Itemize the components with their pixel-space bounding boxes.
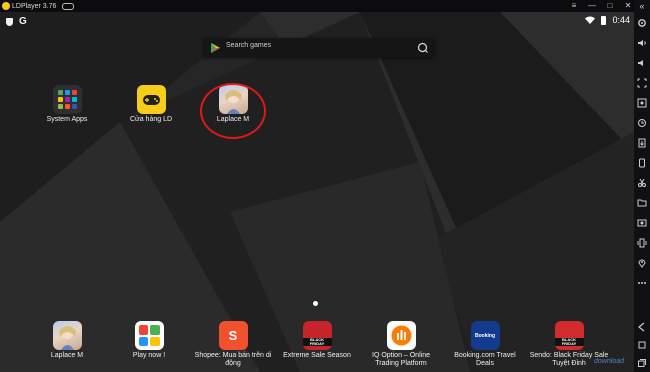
more-options-icon[interactable] (637, 278, 647, 288)
android-home-screen: G 0:44 Search games System Apps Cửa hàng… (0, 12, 634, 372)
dock-app-play-now[interactable]: Play now ! (109, 321, 189, 360)
iq-option-icon (386, 321, 416, 350)
shield-icon (6, 17, 13, 26)
title-bar: LDPlayer 3.76 ≡ — □ ✕ (0, 0, 650, 12)
record-icon[interactable] (637, 98, 647, 108)
search-bar[interactable]: Search games (203, 38, 434, 57)
app-label: Shopee: Mua bán trên di động (194, 352, 272, 367)
folder-icon[interactable] (637, 198, 647, 208)
gamepad-icon (136, 85, 166, 114)
dock-app-iq-option[interactable]: IQ Option – Online Trading Platform (361, 321, 441, 368)
minimize-button[interactable]: — (586, 0, 598, 12)
settings-gear-icon[interactable] (637, 18, 647, 28)
screenshot-icon[interactable] (637, 218, 647, 228)
ldplayer-logo-icon (2, 2, 10, 10)
black-friday-icon: BLACK FRIDAY (302, 321, 332, 350)
back-icon[interactable] (637, 322, 647, 332)
window-title: LDPlayer 3.76 (12, 2, 57, 10)
shake-icon[interactable] (637, 238, 647, 248)
app-label: Extreme Sale Season (283, 352, 351, 359)
search-icon[interactable] (417, 42, 428, 53)
app-label: Booking.com Travel Deals (454, 352, 516, 367)
collapse-toolbar-button[interactable]: « (637, 1, 647, 11)
watermark: download (594, 358, 624, 365)
page-indicator[interactable] (313, 301, 318, 306)
battery-icon (601, 15, 607, 25)
system-apps-icon (52, 85, 82, 114)
home-icon[interactable] (637, 340, 647, 350)
app-system-apps[interactable]: System Apps (27, 85, 107, 124)
dock-app-booking[interactable]: Booking Booking.com Travel Deals (445, 321, 525, 368)
clock: 0:44 (612, 15, 630, 25)
app-label: IQ Option – Online Trading Platform (372, 352, 430, 367)
wallpaper (0, 12, 634, 372)
recent-apps-icon[interactable] (637, 358, 647, 368)
laplace-m-icon (52, 321, 82, 350)
booking-icon: Booking (470, 321, 500, 350)
google-icon: G (19, 16, 27, 27)
dock-app-extreme-sale[interactable]: BLACK FRIDAY Extreme Sale Season (277, 321, 357, 360)
menu-button[interactable]: ≡ (568, 0, 580, 12)
location-icon[interactable] (637, 258, 647, 268)
app-label: Play now ! (132, 352, 166, 359)
volume-down-icon[interactable] (637, 58, 647, 68)
gamepad-icon[interactable] (62, 2, 75, 10)
fullscreen-icon[interactable] (637, 78, 647, 88)
dock-app-laplace-m[interactable]: Laplace M (27, 321, 107, 360)
close-button[interactable]: ✕ (622, 0, 634, 12)
app-label: Laplace M (50, 352, 84, 359)
sendo-icon: BLACK FRIDAY (554, 321, 584, 350)
search-placeholder: Search games (226, 42, 272, 49)
volume-up-icon[interactable] (637, 38, 647, 48)
install-apk-icon[interactable] (637, 138, 647, 148)
shopee-bag-icon: S (218, 321, 248, 350)
highlight-circle (200, 83, 266, 139)
google-play-icon (211, 43, 220, 53)
mobile-icon[interactable] (637, 158, 647, 168)
maximize-button[interactable]: □ (604, 0, 616, 12)
app-ld-store[interactable]: Cửa hàng LD (111, 85, 191, 124)
sync-icon[interactable] (637, 118, 647, 128)
play-now-icon (134, 321, 164, 350)
wifi-icon (585, 16, 596, 24)
dock-app-shopee[interactable]: S Shopee: Mua bán trên di động (193, 321, 273, 368)
right-toolbar: « (634, 0, 650, 372)
app-label: System Apps (46, 116, 88, 123)
app-label: Cửa hàng LD (129, 116, 173, 123)
scissors-icon[interactable] (637, 178, 647, 188)
